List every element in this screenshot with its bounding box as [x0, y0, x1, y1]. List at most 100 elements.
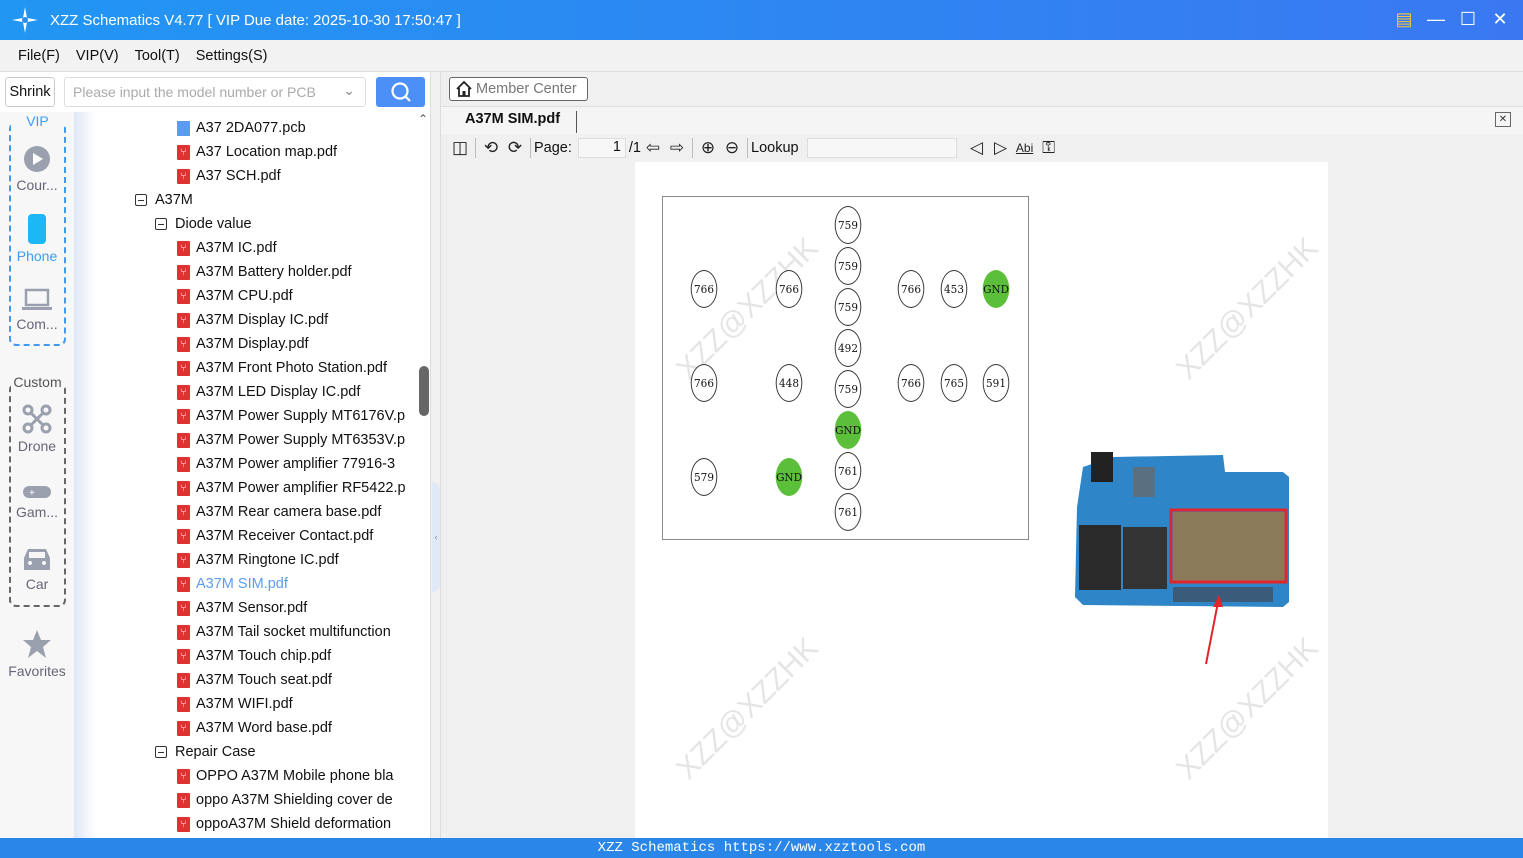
- tree-item-label: A37M Battery holder.pdf: [196, 264, 352, 280]
- vip-bag-icon[interactable]: ▤: [1395, 8, 1413, 30]
- category-car[interactable]: Car: [0, 546, 74, 592]
- tree-item-label: A37M Ringtone IC.pdf: [196, 552, 339, 568]
- tree-file[interactable]: ⑂ oppo A37M Shielding cover de: [177, 788, 393, 812]
- tree-file[interactable]: ⑂ A37M Power amplifier 77916-3: [177, 452, 395, 476]
- page-input[interactable]: 1: [577, 137, 626, 158]
- tree-item-label: oppoA37M Shield deformation: [196, 816, 392, 832]
- tree-file[interactable]: ⑂ A37M Rear camera base.pdf: [177, 500, 381, 524]
- category-favorites[interactable]: Favorites: [0, 629, 74, 679]
- next-page-icon[interactable]: ⇨: [665, 137, 689, 159]
- tree-folder[interactable]: Repair Case: [155, 740, 256, 764]
- tree-file[interactable]: ⑂ A37 Location map.pdf: [177, 140, 337, 164]
- window-title: XZZ Schematics V4.77 [ VIP Due date: 202…: [50, 11, 461, 29]
- tree-item-label: A37M Power Supply MT6176V.p: [196, 408, 406, 424]
- tree-file[interactable]: ⑂ A37M Battery holder.pdf: [177, 260, 352, 284]
- menu-tool[interactable]: Tool(T): [135, 48, 180, 64]
- rotate-right-icon[interactable]: ⟳: [503, 137, 527, 159]
- tree-file[interactable]: A37 2DA077.pcb: [177, 116, 306, 140]
- tab-a37m-sim[interactable]: A37M SIM.pdf: [465, 111, 578, 133]
- diode-value-pin: 766: [690, 270, 718, 308]
- tree-item-label: A37 SCH.pdf: [196, 168, 281, 184]
- tree-file[interactable]: ⑂ A37M Word base.pdf: [177, 716, 332, 740]
- tree-file[interactable]: ⑂ A37M IC.pdf: [177, 236, 277, 260]
- lookup-input[interactable]: [806, 137, 957, 158]
- gamepad-icon: +: [23, 486, 51, 499]
- category-computer[interactable]: Com...: [0, 288, 74, 332]
- pdf-file-icon: ⑂: [177, 240, 190, 256]
- diode-value-pin: 759: [834, 206, 862, 244]
- rotate-left-icon[interactable]: ⟲: [479, 137, 503, 159]
- tree-file[interactable]: ⑂ A37M WIFI.pdf: [177, 692, 293, 716]
- tree-item-label: A37 Location map.pdf: [196, 144, 338, 160]
- tree-file[interactable]: ⑂ A37M Ringtone IC.pdf: [177, 548, 339, 572]
- tree-file[interactable]: ⑂ A37M Receiver Contact.pdf: [177, 524, 373, 548]
- tree-file[interactable]: ⑂ A37M Tail socket multifunction: [177, 620, 391, 644]
- panel-splitter[interactable]: ‹: [430, 72, 441, 838]
- tree-file[interactable]: ⑂ A37M Sensor.pdf: [177, 596, 307, 620]
- gnd-pin: GND: [834, 411, 862, 449]
- chevron-down-icon[interactable]: ⌄: [343, 82, 355, 99]
- diode-value-pin: 761: [834, 452, 862, 490]
- tree-item-label: A37M WIFI.pdf: [196, 696, 293, 712]
- find-prev-icon[interactable]: ◁: [965, 137, 989, 159]
- category-label: Drone: [17, 438, 57, 454]
- tree-scrollbar[interactable]: [419, 366, 429, 416]
- tree-file[interactable]: ⑂ A37M Touch chip.pdf: [177, 644, 331, 668]
- tree-file[interactable]: ⑂ A37M Display.pdf: [177, 332, 309, 356]
- close-button[interactable]: ✕: [1491, 8, 1509, 30]
- collapse-icon: [155, 218, 167, 230]
- tree-file[interactable]: ⑂ A37M CPU.pdf: [177, 284, 293, 308]
- category-games[interactable]: + Gam...: [0, 484, 74, 520]
- zoom-in-icon[interactable]: ⊕: [696, 137, 720, 159]
- member-center-button[interactable]: Member Center: [449, 77, 588, 101]
- tree-file[interactable]: ⑂ oppoA37M Shield deformation: [177, 812, 391, 836]
- tree-item-label: A37M Touch seat.pdf: [196, 672, 332, 688]
- tree-file[interactable]: ⑂ A37M Power Supply MT6176V.p: [177, 404, 405, 428]
- menu-file[interactable]: File(F): [18, 48, 60, 64]
- category-courses[interactable]: Cour...: [0, 145, 74, 193]
- menu-vip[interactable]: VIP(V): [76, 48, 119, 64]
- maximize-button[interactable]: ☐: [1459, 8, 1477, 30]
- tree-item-label: A37M CPU.pdf: [196, 288, 293, 304]
- category-drone[interactable]: Drone: [0, 404, 74, 454]
- tree-file[interactable]: ⑂ A37M Front Photo Station.pdf: [177, 356, 387, 380]
- collapse-handle[interactable]: ‹: [432, 482, 440, 592]
- tree-file[interactable]: ⑂ A37M SIM.pdf: [177, 572, 288, 596]
- close-tab-icon[interactable]: ✕: [1495, 112, 1511, 127]
- custom-group-label: Custom: [11, 374, 64, 390]
- tree-item-label: oppo A37M Shielding cover de: [196, 792, 393, 808]
- tree-folder[interactable]: Diode value: [155, 212, 252, 236]
- zoom-out-icon[interactable]: ⊖: [720, 137, 744, 159]
- tree-folder[interactable]: A37M: [135, 188, 193, 212]
- search-button[interactable]: [376, 77, 425, 107]
- tree-file[interactable]: ⑂ A37M LED Display IC.pdf: [177, 380, 360, 404]
- shrink-button[interactable]: Shrink: [5, 77, 55, 107]
- laptop-icon: [22, 288, 52, 310]
- tree-file[interactable]: ⑂ A37M Power Supply MT6353V.p: [177, 428, 405, 452]
- tree-item-label: A37M Word base.pdf: [196, 720, 332, 736]
- scroll-up-arrow[interactable]: ⌃: [418, 112, 428, 126]
- tree-file[interactable]: ⑂ A37 SCH.pdf: [177, 164, 281, 188]
- menu-settings[interactable]: Settings(S): [196, 48, 268, 64]
- tree-file[interactable]: ⑂ A37M Power amplifier RF5422.p: [177, 476, 406, 500]
- tree-file[interactable]: ⑂ OPPO A37M Mobile phone bla: [177, 764, 393, 788]
- match-case-button[interactable]: Abi: [1013, 137, 1037, 159]
- tree-item-label: OPPO A37M Mobile phone bla: [196, 768, 394, 784]
- prev-page-icon[interactable]: ⇦: [641, 137, 665, 159]
- tree-file[interactable]: ⑂ A37M Display IC.pdf: [177, 308, 328, 332]
- binoculars-icon[interactable]: ⚿: [1037, 137, 1061, 159]
- find-next-icon[interactable]: ▷: [989, 137, 1013, 159]
- pdf-file-icon: ⑂: [177, 336, 190, 352]
- page-label: Page:: [534, 139, 572, 156]
- menu-bar: File(F) VIP(V) Tool(T) Settings(S): [0, 40, 1523, 72]
- play-icon: [24, 146, 50, 172]
- diode-value-pin: 579: [690, 458, 718, 496]
- pdf-file-icon: ⑂: [177, 504, 190, 520]
- tree-file[interactable]: ⑂ A37M Touch seat.pdf: [177, 668, 332, 692]
- tree-item-label: A37M Rear camera base.pdf: [196, 504, 382, 520]
- file-tree: A37 2DA077.pcb ⑂ A37 Location map.pdf ⑂ A37 …: [74, 116, 419, 838]
- minimize-button[interactable]: —: [1427, 8, 1445, 30]
- model-search-input[interactable]: Please input the model number or PCB ⌄: [64, 77, 366, 107]
- category-phone[interactable]: Phone: [0, 214, 74, 264]
- two-page-icon[interactable]: ◫: [448, 137, 472, 159]
